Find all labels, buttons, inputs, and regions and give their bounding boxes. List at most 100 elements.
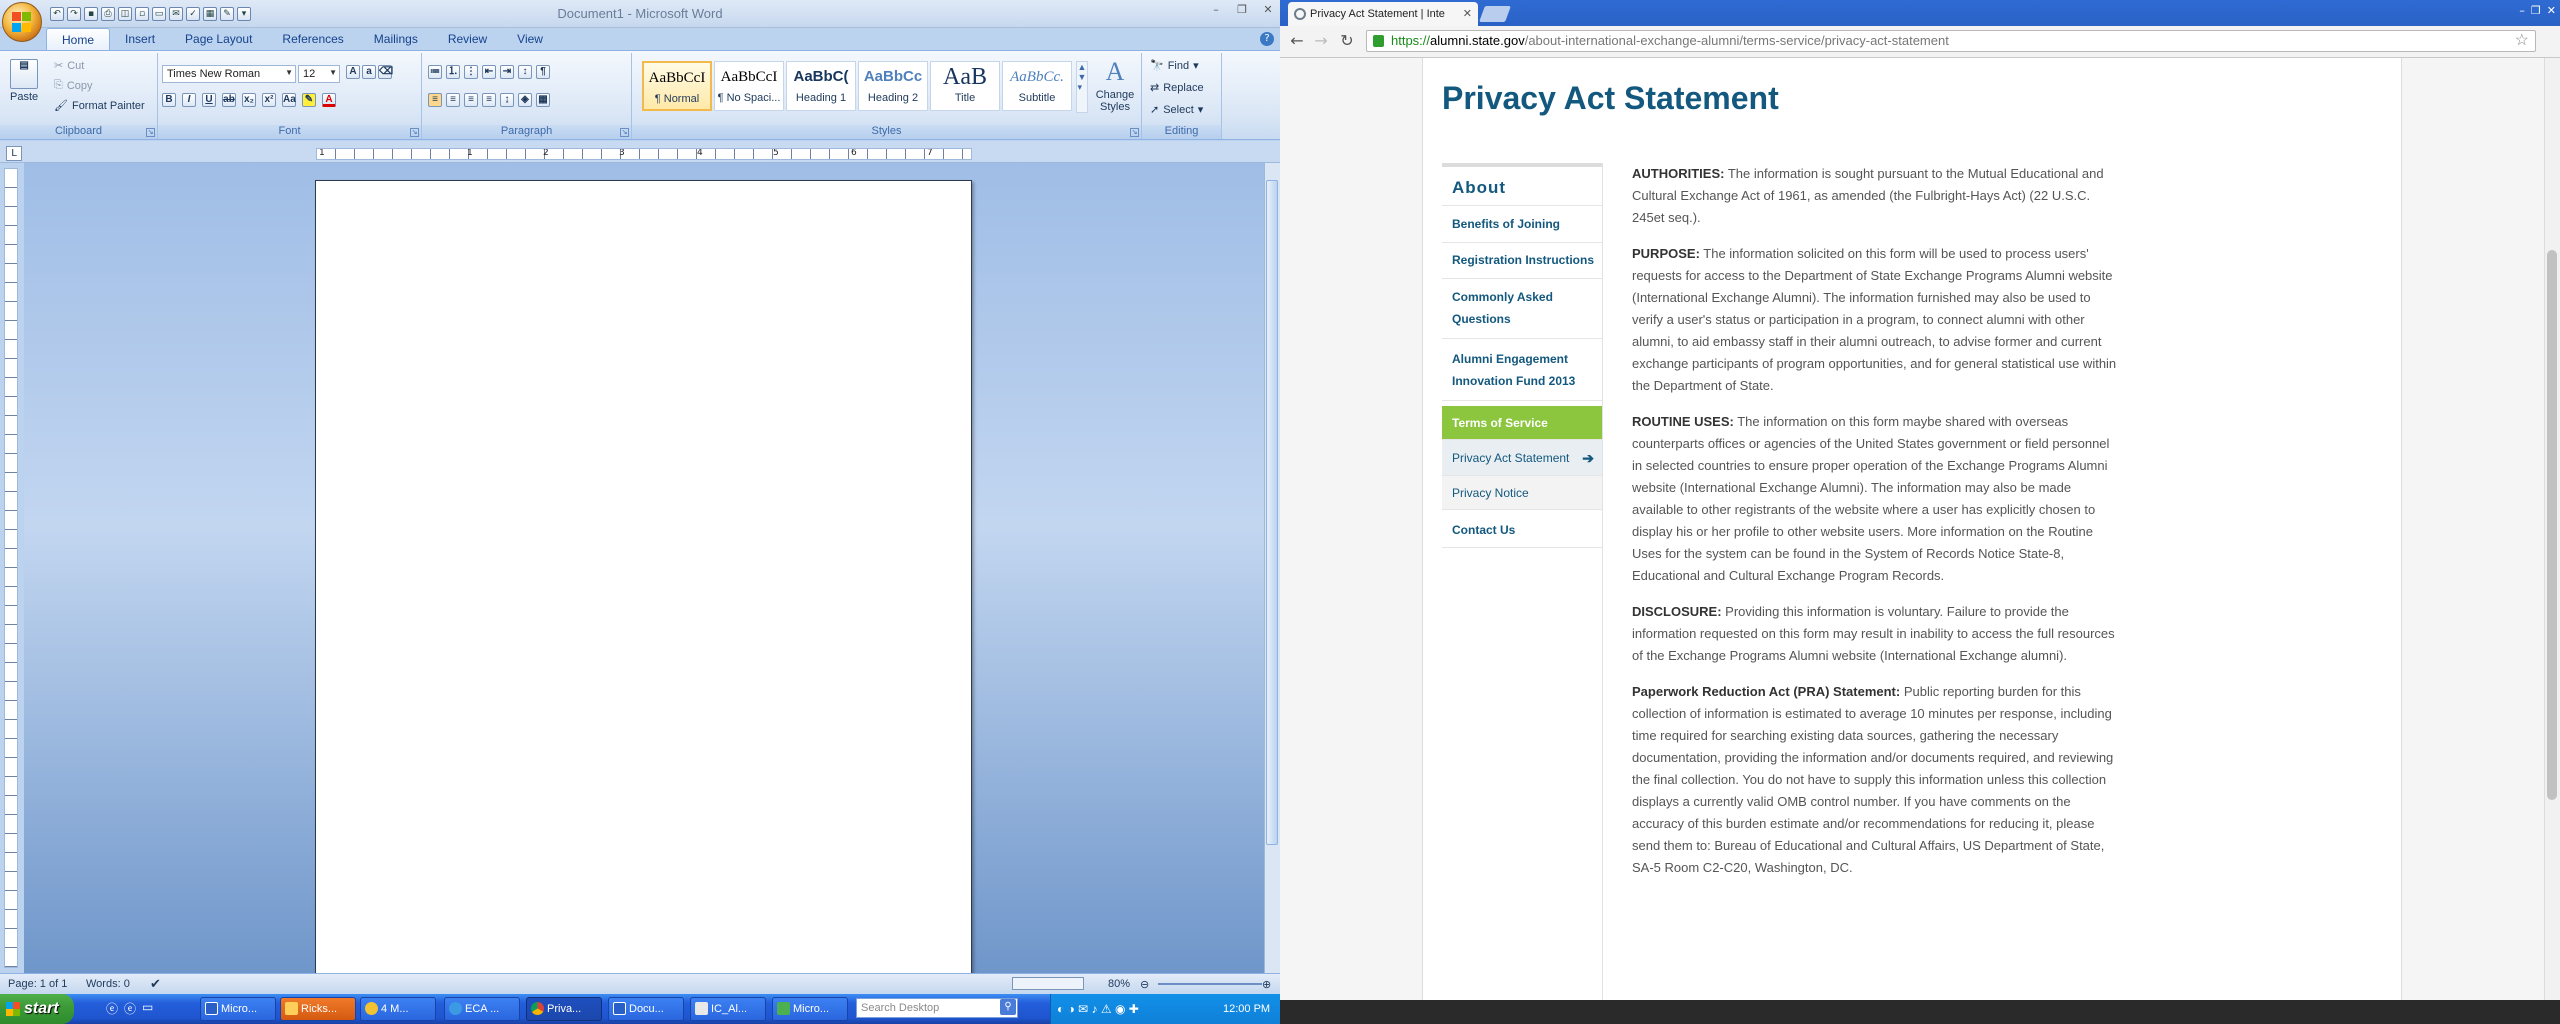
close-icon[interactable]: ✕ [1463, 2, 1472, 26]
pilcrow-icon[interactable]: ¶ [536, 65, 550, 79]
sidebar-item-terms[interactable]: Terms of Service [1442, 406, 1602, 440]
address-bar[interactable]: https://alumni.state.gov/about-internati… [1366, 30, 2536, 52]
zoom-slider[interactable] [1158, 983, 1262, 985]
align-left-icon[interactable]: ≡ [428, 93, 442, 107]
save-icon[interactable]: ▪ [84, 7, 98, 21]
show-desktop-icon[interactable]: ▭ [142, 1000, 153, 1014]
sidebar-item-privacy-notice[interactable]: Privacy Notice [1442, 476, 1602, 510]
borders-icon[interactable]: ▦ [536, 93, 550, 107]
print-icon[interactable]: ⎙ [101, 7, 115, 21]
browser-scrollbar-thumb[interactable] [2547, 250, 2557, 800]
forward-icon[interactable]: → [1310, 30, 1332, 52]
sidebar-item-benefits[interactable]: Benefits of Joining [1442, 206, 1602, 243]
align-center-icon[interactable]: ≡ [446, 93, 460, 107]
bookmark-star-icon[interactable]: ☆ [2515, 31, 2529, 51]
highlight-icon[interactable]: ✎ [302, 93, 316, 107]
shading-icon[interactable]: ◈ [518, 93, 532, 107]
increase-indent-icon[interactable]: ⇥ [500, 65, 514, 79]
sidebar-item-privacy-act[interactable]: Privacy Act Statement ➔ [1442, 440, 1602, 476]
browser-tab[interactable]: Privacy Act Statement | Inte ✕ [1288, 2, 1478, 26]
print-preview-icon[interactable]: ◫ [118, 7, 132, 21]
undo-icon[interactable]: ↶ [50, 7, 64, 21]
new-document-icon[interactable]: ▫ [135, 7, 149, 21]
sidebar-heading[interactable]: About [1442, 170, 1602, 206]
scrollbar-thumb[interactable] [1266, 180, 1278, 845]
clock[interactable]: 12:00 PM [1223, 1003, 1270, 1015]
taskbar-item[interactable]: Docu... [608, 997, 684, 1021]
redo-icon[interactable]: ↷ [67, 7, 81, 21]
table-icon[interactable]: ▦ [203, 7, 217, 21]
multilevel-list-icon[interactable]: ⋮ [464, 65, 478, 79]
font-size-combo[interactable]: 12 ▼ [298, 65, 340, 83]
sidebar-item-registration[interactable]: Registration Instructions [1442, 242, 1602, 279]
format-painter-button[interactable]: 🖌 Format Painter [54, 99, 145, 113]
quick-launch-ie2-icon[interactable]: ⓔ [124, 1000, 136, 1017]
desktop-search-input[interactable]: Search Desktop [856, 998, 1018, 1018]
horizontal-ruler[interactable]: 1 1 2 3 4 5 6 7 [316, 148, 972, 160]
style-subtitle[interactable]: AaBbCc. Subtitle [1002, 61, 1072, 111]
justify-icon[interactable]: ≡ [482, 93, 496, 107]
find-button[interactable]: 🔭 Find ▾ [1150, 59, 1199, 73]
align-right-icon[interactable]: ≡ [464, 93, 478, 107]
email-icon[interactable]: ✉ [169, 7, 183, 21]
styles-launcher-icon[interactable]: ↘ [1130, 128, 1139, 137]
drawing-icon[interactable]: ✎ [220, 7, 234, 21]
change-styles-button[interactable]: A Change Styles [1092, 57, 1138, 113]
font-name-combo[interactable]: Times New Roman ▼ [162, 65, 296, 83]
sidebar-item-contact[interactable]: Contact Us [1442, 512, 1602, 548]
zoom-level[interactable]: 80% [1108, 978, 1130, 990]
underline-icon[interactable]: U [202, 93, 216, 107]
style-title[interactable]: AaB Title [930, 61, 1000, 111]
back-icon[interactable]: ← [1286, 30, 1308, 52]
grow-font-icon[interactable]: A [346, 65, 360, 79]
font-launcher-icon[interactable]: ↘ [410, 128, 419, 137]
style-normal[interactable]: AaBbCcI ¶ Normal [642, 61, 712, 111]
taskbar-item[interactable]: Micro... [200, 997, 276, 1021]
cut-button[interactable]: ✂ Cut [54, 59, 84, 73]
office-button[interactable] [2, 2, 42, 42]
strikethrough-icon[interactable]: ab [222, 93, 236, 107]
bullets-icon[interactable]: ≔ [428, 65, 442, 79]
tab-selector-icon[interactable]: L [6, 146, 22, 161]
clipboard-launcher-icon[interactable]: ↘ [146, 128, 155, 137]
styles-scroll[interactable]: ▲ ▼ ▾ [1076, 61, 1088, 113]
replace-button[interactable]: ⇄ Replace [1150, 81, 1204, 95]
view-buttons[interactable] [1012, 977, 1084, 990]
decrease-indent-icon[interactable]: ⇤ [482, 65, 496, 79]
vertical-ruler[interactable] [4, 168, 18, 968]
taskbar-item[interactable]: IC_Al... [690, 997, 766, 1021]
restore-icon[interactable]: ❐ [1230, 2, 1254, 18]
search-icon[interactable]: ⚲ [1000, 999, 1016, 1015]
restore-icon[interactable]: ❐ [2531, 4, 2541, 17]
sidebar-item-innovation-fund[interactable]: Alumni Engagement Innovation Fund 2013 [1442, 340, 1602, 401]
subscript-icon[interactable]: x₂ [242, 93, 256, 107]
open-folder-icon[interactable]: ▭ [152, 7, 166, 21]
paste-button[interactable]: ▤ Paste [10, 59, 38, 103]
style-heading-2[interactable]: AaBbCc Heading 2 [858, 61, 928, 111]
copy-button[interactable]: ⎘ Copy [54, 79, 93, 92]
minimize-icon[interactable]: – [1204, 2, 1228, 18]
close-icon[interactable]: ✕ [2547, 4, 2556, 17]
taskbar-item[interactable]: ECA ... [444, 997, 520, 1021]
paragraph-launcher-icon[interactable]: ↘ [620, 128, 629, 137]
taskbar-item[interactable]: Priva... [526, 997, 602, 1021]
reload-icon[interactable]: ↻ [1336, 30, 1358, 52]
style-heading-1[interactable]: AaBbC(Heading 1 [786, 61, 856, 111]
help-icon[interactable]: ? [1260, 32, 1274, 46]
superscript-icon[interactable]: x² [262, 93, 276, 107]
quick-launch-ie-icon[interactable]: ⓔ [106, 1000, 118, 1017]
tray-icons[interactable]: ◐ ◑ ✉ ♪ ⚠ ◉ ✚ [1057, 1002, 1139, 1016]
word-count[interactable]: Words: 0 [86, 978, 130, 990]
sidebar-item-faq[interactable]: Commonly Asked Questions [1442, 278, 1602, 339]
zoom-out-icon[interactable]: ⊖ [1140, 978, 1149, 991]
document-page[interactable] [315, 180, 972, 994]
start-button[interactable]: start [0, 994, 74, 1024]
new-tab-button[interactable] [1479, 6, 1511, 22]
tab-page-layout[interactable]: Page Layout [170, 28, 267, 50]
spelling-icon[interactable]: ✓ [186, 7, 200, 21]
tab-home[interactable]: Home [46, 28, 111, 50]
line-spacing-icon[interactable]: ↨ [500, 93, 514, 107]
tab-review[interactable]: Review [433, 28, 502, 50]
numbering-icon[interactable]: ⒈ [446, 65, 460, 79]
italic-icon[interactable]: I [182, 93, 196, 107]
